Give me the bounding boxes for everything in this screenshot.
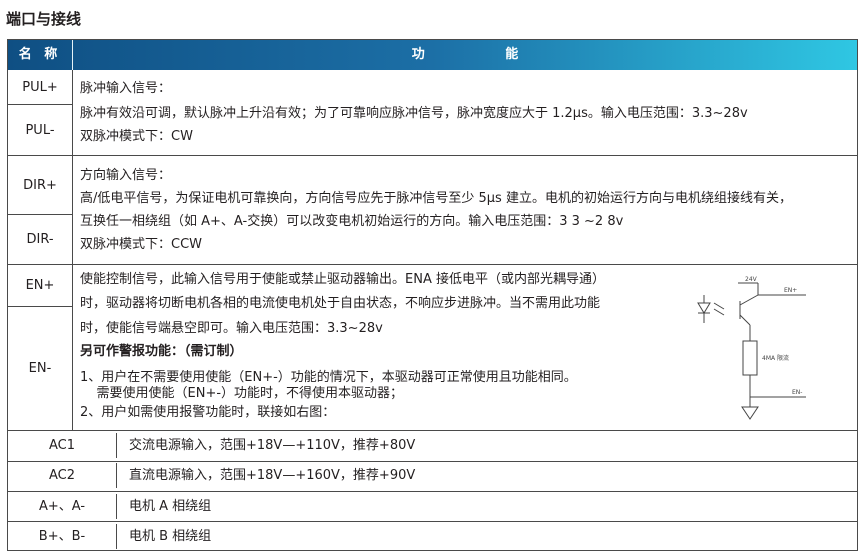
en-line-1: 使能控制信号，此输入信号用于使能或禁止驱动器输出。ENA 接低电平（或内部光耦导… [80,272,605,287]
diagram-vcc-label: 24V [745,276,758,283]
pul-line-3: 双脉冲模式下：CW [80,129,193,144]
en-line-5: 1、用户在不需要使用使能（EN+-）功能的情况下，本驱动器可正常使用且功能相同。 [80,370,577,385]
header-function: 功 能 [411,47,557,62]
dir-minus-name: DIR- [8,215,73,264]
dir-line-4: 双脉冲模式下：CCW [80,237,203,252]
en-line-6: 需要使用使能（EN+-）功能时，不得使用本驱动器； [80,386,404,401]
en-line-4: 另可作警报功能：（需订制） [80,344,243,359]
dir-line-3: 互换任一相绕组（如 A+、A-交换）可以改变电机初始运行的方向。输入电压范围：3… [80,214,624,229]
alarm-wiring-diagram: 24V EN+ 4MA 限流 EN- [697,276,806,420]
pul-plus-name: PUL+ [8,70,73,104]
pul-minus-name: PUL- [8,105,73,155]
diagram-resistor-label: 4MA 限流 [762,354,789,362]
pul-line-2: 脉冲有效沿可调，默认脉冲上升沿有效；为了可靠响应脉冲信号，脉冲宽度应大于 1.2… [80,106,748,121]
en-line-2: 时，驱动器将切断电机各相的电流使电机处于自由状态，不响应步进脉冲。当不需用此功能 [80,296,601,311]
a-phase-name: A+、A- [8,494,117,519]
diagram-en-minus-label: EN- [792,389,802,396]
en-minus-name: EN- [8,307,73,430]
pul-line-1: 脉冲输入信号： [80,81,172,96]
b-phase-function: 电机 B 相绕组 [129,529,212,544]
ac1-name: AC1 [8,433,117,458]
page-title: 端口与接线 [6,10,82,28]
en-line-3: 时，使能信号端悬空即可。输入电压范围：3.3~28v [80,321,383,336]
dir-line-1: 方向输入信号： [80,168,172,183]
a-phase-function: 电机 A 相绕组 [129,499,212,514]
ac2-name: AC2 [8,463,117,488]
diagram-en-plus-label: EN+ [784,287,797,294]
en-plus-name: EN+ [8,265,73,306]
dir-plus-name: DIR+ [8,156,73,214]
ac1-function: 交流电源输入，范围+18V—+110V，推荐+80V [129,438,416,453]
ac2-function: 直流电源输入，范围+18V—+160V，推荐+90V [129,468,416,483]
table-header: 名 称 功 能 [8,40,857,70]
header-name: 名 称 [8,40,73,70]
dir-line-2: 高/低电平信号，为保证电机可靠换向，方向信号应先于脉冲信号至少 5μs 建立。电… [80,191,792,206]
b-phase-name: B+、B- [8,524,117,549]
en-line-7: 2、用户如需使用报警功能时，联接如右图： [80,405,336,420]
